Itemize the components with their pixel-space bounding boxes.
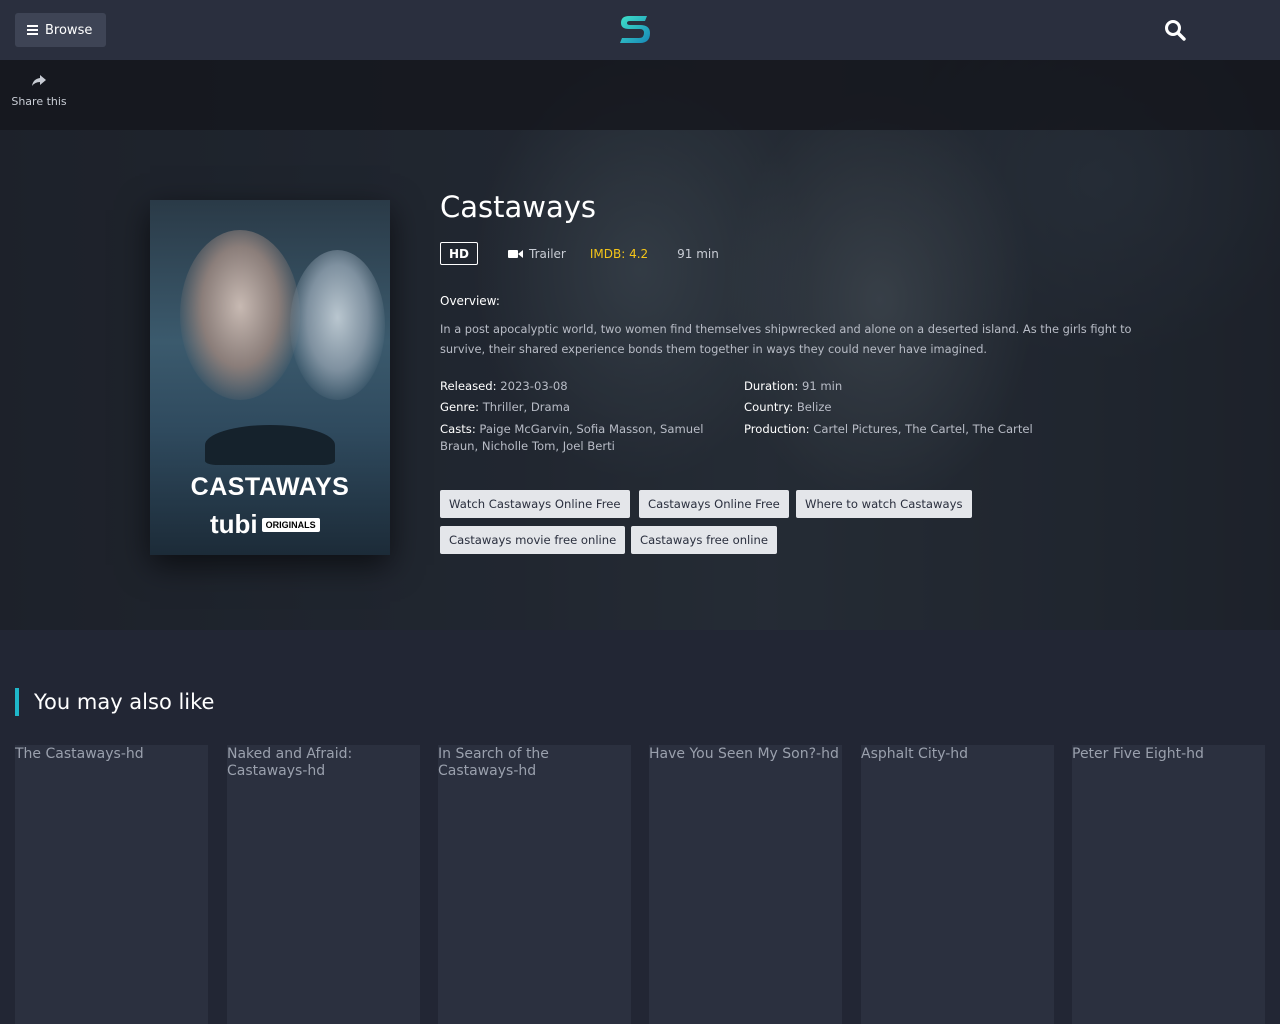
movie-hero: Share this CASTAWAYS tubi ORIGINALS Cast… bbox=[0, 60, 1280, 630]
overview-heading: Overview: bbox=[440, 294, 500, 308]
related-movie-title: Naked and Afraid: Castaways-hd bbox=[227, 746, 353, 779]
related-movie-card[interactable]: Naked and Afraid: Castaways-hd bbox=[227, 745, 420, 1024]
related-movie-card[interactable]: Asphalt City-hd bbox=[861, 745, 1054, 1024]
movie-title: Castaways bbox=[440, 190, 597, 224]
movie-meta: HD Trailer IMDB: 4.2 91 min bbox=[440, 242, 719, 265]
released-row: Released: 2023-03-08 bbox=[440, 379, 568, 393]
tag-link[interactable]: Where to watch Castaways bbox=[796, 490, 972, 518]
related-heading: You may also like bbox=[15, 688, 214, 716]
share-icon bbox=[32, 75, 46, 86]
casts-row: Casts: Paige McGarvin, Sofia Masson, Sam… bbox=[440, 422, 704, 453]
quality-badge: HD bbox=[440, 242, 478, 265]
duration-row: Duration: 91 min bbox=[744, 379, 843, 393]
related-movie-card[interactable]: Peter Five Eight-hd bbox=[1072, 745, 1265, 1024]
overview-text: In a post apocalyptic world, two women f… bbox=[440, 322, 1132, 356]
related-movie-title: The Castaways-hd bbox=[15, 746, 144, 762]
duration-meta: 91 min bbox=[677, 246, 719, 261]
s-logo-icon[interactable] bbox=[618, 12, 652, 46]
poster-brand: tubi ORIGINALS bbox=[210, 509, 320, 540]
imdb-rating: IMDB: 4.2 bbox=[589, 246, 649, 261]
share-label: Share this bbox=[11, 95, 67, 108]
top-navbar: Browse bbox=[0, 0, 1280, 60]
tag-link[interactable]: Castaways free online bbox=[631, 526, 777, 554]
search-icon[interactable] bbox=[1164, 19, 1186, 41]
related-movie-card[interactable]: The Castaways-hd bbox=[15, 745, 208, 1024]
genre-row: Genre: Thriller, Drama bbox=[440, 400, 571, 414]
tag-link[interactable]: Watch Castaways Online Free bbox=[440, 490, 630, 518]
tag-link[interactable]: Castaways movie free online bbox=[440, 526, 626, 554]
movie-info: Castaways HD Trailer IMDB: 4.2 91 min Ov… bbox=[440, 190, 1150, 554]
related-movie-title: Asphalt City-hd bbox=[861, 746, 969, 762]
country-row: Country: Belize bbox=[744, 400, 832, 414]
related-movie-title: Have You Seen My Son?-hd bbox=[649, 746, 839, 762]
tag-link[interactable]: Castaways Online Free bbox=[639, 490, 789, 518]
share-bar: Share this bbox=[0, 60, 1280, 130]
hamburger-icon bbox=[27, 25, 38, 35]
share-button[interactable]: Share this bbox=[11, 75, 67, 108]
production-row: Production: Cartel Pictures, The Cartel,… bbox=[744, 422, 1033, 436]
movie-poster: CASTAWAYS tubi ORIGINALS bbox=[150, 200, 390, 555]
video-camera-icon bbox=[508, 249, 523, 258]
browse-label: Browse bbox=[45, 22, 93, 38]
related-movie-card[interactable]: In Search of the Castaways-hd bbox=[438, 745, 631, 1024]
trailer-button[interactable]: Trailer bbox=[508, 247, 566, 261]
related-movie-card[interactable]: Have You Seen My Son?-hd bbox=[649, 745, 842, 1024]
browse-button[interactable]: Browse bbox=[15, 13, 106, 47]
poster-title: CASTAWAYS bbox=[190, 473, 350, 501]
related-movie-title: In Search of the Castaways-hd bbox=[438, 746, 549, 779]
related-movie-title: Peter Five Eight-hd bbox=[1072, 746, 1204, 762]
